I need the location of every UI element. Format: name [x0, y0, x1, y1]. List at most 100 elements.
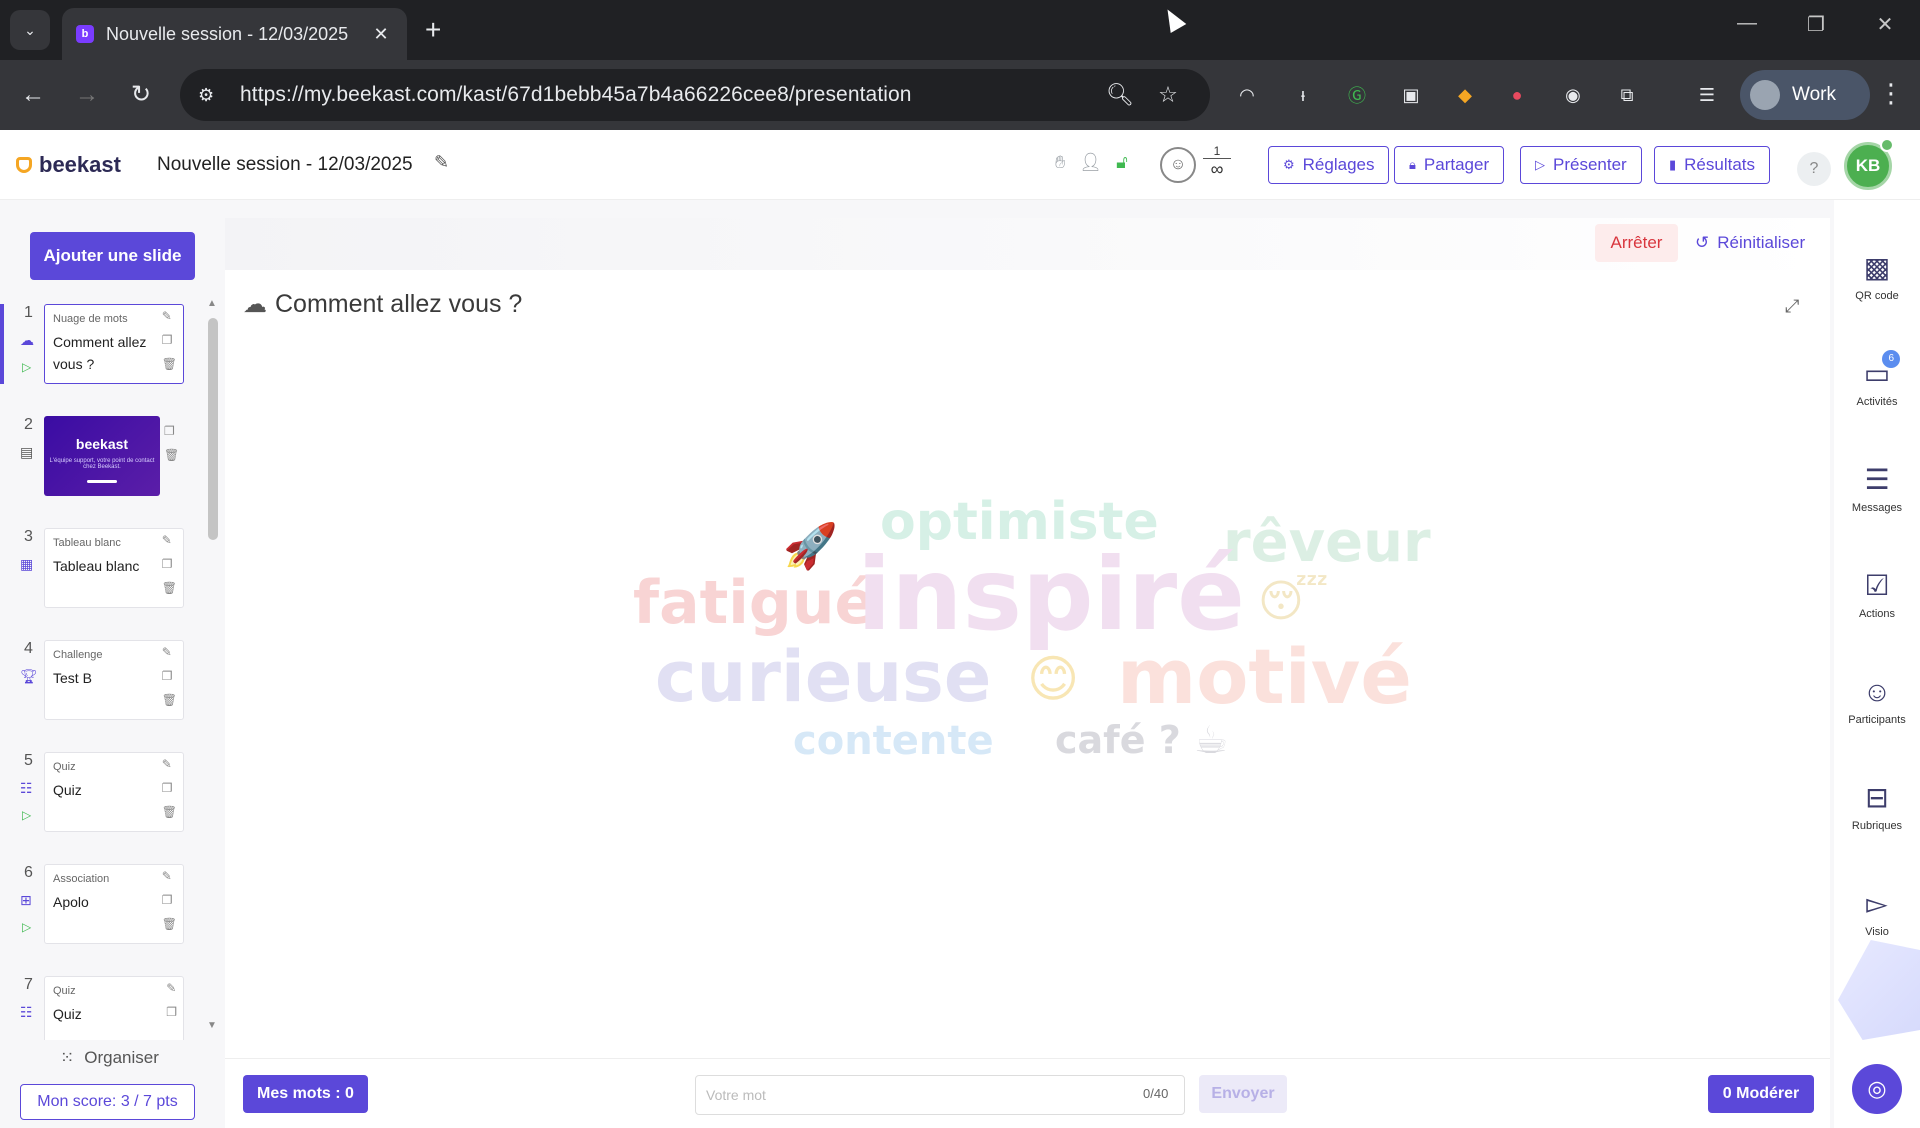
slide-card[interactable]: Tableau blanc Tableau blanc ✎ ❐ 🗑︎ — [44, 528, 184, 608]
slide-card[interactable]: Nuage de mots Comment allez vous ? ✎ ❐ 🗑… — [44, 304, 184, 384]
browser-menu-icon[interactable]: ⋮ — [1878, 78, 1904, 109]
add-slide-button[interactable]: Ajouter une slide — [30, 232, 195, 280]
send-button[interactable]: Envoyer — [1199, 1075, 1287, 1113]
duplicate-icon[interactable]: ❐ — [162, 557, 177, 571]
extension-colorful-icon[interactable]: ◆ — [1450, 80, 1480, 110]
settings-button[interactable]: ⚙ Réglages — [1268, 146, 1390, 184]
reload-icon[interactable]: ↻ — [124, 78, 158, 112]
edit-icon[interactable]: ✎ — [162, 869, 177, 883]
slide-card[interactable]: Association Apolo ✎ ❐ 🗑︎ — [44, 864, 184, 944]
edit-icon[interactable]: ✎ — [162, 645, 177, 659]
extension-grammarly-icon[interactable]: Ⓖ — [1342, 80, 1372, 110]
trash-icon[interactable]: 🗑︎ — [162, 917, 177, 931]
duplicate-icon[interactable]: ❐ — [164, 424, 194, 438]
my-score-button[interactable]: Mon score: 3 / 7 pts — [20, 1084, 195, 1120]
organise-label: Organiser — [84, 1048, 159, 1067]
extensions-puzzle-icon[interactable]: ⧉ — [1612, 80, 1642, 110]
stop-button[interactable]: Arrêter — [1595, 224, 1678, 262]
duplicate-icon[interactable]: ❐ — [166, 1005, 177, 1019]
extension-headset-icon[interactable]: ◠ — [1232, 80, 1262, 110]
settings-label: Réglages — [1302, 155, 1375, 174]
share-button[interactable]: 🔒︎ Partager — [1394, 146, 1505, 184]
duplicate-icon[interactable]: ❐ — [162, 333, 177, 347]
fullscreen-expand-icon[interactable]: ⤢ — [1785, 296, 1799, 317]
extension-lens-icon[interactable]: ◉ — [1558, 80, 1588, 110]
trash-icon[interactable]: 🗑︎ — [162, 805, 177, 819]
slide-item-1[interactable]: 1 ☁ ▷ Nuage de mots Comment allez vous ?… — [0, 304, 200, 384]
slide-card[interactable]: Quiz Quiz ✎ ❐ 🗑︎ — [44, 752, 184, 832]
site-info-icon[interactable]: ⚙ — [198, 85, 228, 106]
browser-tab-active[interactable]: b Nouvelle session - 12/03/2025 ✕ — [62, 8, 407, 60]
actions-icon: ☑ — [1864, 570, 1890, 601]
forward-icon[interactable]: → — [70, 78, 104, 112]
participants-icon[interactable]: ☺ — [1160, 147, 1196, 183]
scroll-down-arrow-icon[interactable]: ▼ — [207, 1020, 217, 1031]
zoom-icon[interactable]: 🔍︎ — [1096, 82, 1144, 108]
slide-item-3[interactable]: 3 ▦ Tableau blanc Tableau blanc ✎ ❐ 🗑︎ — [0, 528, 200, 608]
reading-list-icon[interactable]: ☰ — [1692, 80, 1722, 110]
rail-item-rubriques[interactable]: ⊟ Rubriques — [1834, 780, 1920, 832]
edit-title-pencil-icon[interactable]: ✎ — [434, 152, 449, 173]
trash-icon[interactable]: 🗑︎ — [162, 357, 177, 371]
content-slide-icon: ▤ — [20, 444, 34, 460]
rail-item-activities[interactable]: ▭ 6 Activités — [1834, 350, 1920, 408]
restore-icon[interactable]: ❐ — [1796, 12, 1836, 37]
beekast-logo[interactable]: beekast — [16, 152, 121, 178]
extension-translate-icon[interactable]: ᵻ — [1288, 80, 1318, 110]
duplicate-icon[interactable]: ❐ — [162, 669, 177, 683]
extension-box-icon[interactable]: ▣ — [1396, 80, 1426, 110]
duplicate-icon[interactable]: ❐ — [162, 781, 177, 795]
trash-icon[interactable]: 🗑︎ — [162, 693, 177, 707]
play-icon[interactable]: ▷ — [22, 920, 31, 934]
header-status-icons: ✋︎ 👤︎ 🔓︎ — [1055, 152, 1128, 173]
user-icon[interactable]: 👤︎ — [1079, 152, 1102, 173]
play-icon[interactable]: ▷ — [22, 360, 31, 374]
my-words-button[interactable]: Mes mots : 0 — [243, 1075, 368, 1113]
sidebar-scrollbar[interactable] — [208, 318, 218, 540]
moderate-button[interactable]: 0 Modérer — [1708, 1075, 1814, 1113]
extension-red-icon[interactable]: ● — [1502, 80, 1532, 110]
rail-item-qr-code[interactable]: ▩ QR code — [1834, 250, 1920, 302]
play-icon[interactable]: ▷ — [22, 808, 31, 822]
rail-item-actions[interactable]: ☑ Actions — [1834, 568, 1920, 620]
slide-item-2[interactable]: 2 ▤ beekast L'équipe support, votre poin… — [0, 416, 200, 496]
slide-item-5[interactable]: 5 ☷ ▷ Quiz Quiz ✎ ❐ 🗑︎ — [0, 752, 200, 832]
edit-icon[interactable]: ✎ — [166, 981, 177, 995]
bookmark-star-icon[interactable]: ☆ — [1144, 82, 1192, 108]
slide-card[interactable]: Quiz Quiz ✎ ❐ — [44, 976, 184, 1040]
word-cloud-word: fatigué — [633, 568, 876, 638]
edit-icon[interactable]: ✎ — [162, 533, 177, 547]
minimize-icon[interactable]: — — [1727, 12, 1767, 35]
hand-icon[interactable]: ✋︎ — [1055, 152, 1065, 173]
help-button[interactable]: ? — [1797, 152, 1831, 186]
word-input[interactable] — [695, 1075, 1185, 1115]
trash-icon[interactable]: 🗑︎ — [164, 448, 194, 462]
slide-card[interactable]: Challenge Test B ✎ ❐ 🗑︎ — [44, 640, 184, 720]
slide-item-7[interactable]: 7 ☷ Quiz Quiz ✎ ❐ — [0, 976, 200, 1040]
back-icon[interactable]: ← — [16, 78, 50, 112]
lock-open-icon[interactable]: 🔓︎ — [1116, 152, 1128, 173]
slide-item-4[interactable]: 4 🏆︎ Challenge Test B ✎ ❐ 🗑︎ — [0, 640, 200, 720]
organise-button[interactable]: ⁙ Organiser — [60, 1048, 159, 1068]
trash-icon[interactable]: 🗑︎ — [162, 581, 177, 595]
rail-item-participants[interactable]: ☺ Participants — [1834, 674, 1920, 726]
edit-icon[interactable]: ✎ — [162, 309, 177, 323]
profile-button[interactable]: Work — [1740, 70, 1870, 120]
close-window-icon[interactable]: ✕ — [1865, 12, 1905, 37]
tab-search-button[interactable]: ⌄ — [10, 10, 50, 50]
scroll-up-arrow-icon[interactable]: ▲ — [207, 298, 217, 309]
duplicate-icon[interactable]: ❐ — [162, 893, 177, 907]
address-bar[interactable]: ⚙ https://my.beekast.com/kast/67d1bebb45… — [180, 69, 1210, 121]
rail-item-messages[interactable]: ☰ Messages — [1834, 462, 1920, 514]
rail-item-visio[interactable]: ▻ Visio — [1834, 886, 1920, 938]
reset-button[interactable]: ↺ Réinitialiser — [1695, 224, 1805, 262]
present-button[interactable]: ▷ Présenter — [1520, 146, 1642, 184]
tab-close-icon[interactable]: ✕ — [369, 24, 393, 45]
slide-item-6[interactable]: 6 ⊞ ▷ Association Apolo ✎ ❐ 🗑︎ — [0, 864, 200, 944]
new-tab-button[interactable]: + — [425, 14, 441, 46]
chat-support-icon[interactable]: ◎ — [1852, 1064, 1902, 1114]
edit-icon[interactable]: ✎ — [162, 757, 177, 771]
results-button[interactable]: ▮ Résultats — [1654, 146, 1771, 184]
url-text[interactable]: https://my.beekast.com/kast/67d1bebb45a7… — [240, 83, 1096, 107]
slide-thumbnail[interactable]: beekast L'équipe support, votre point de… — [44, 416, 160, 496]
